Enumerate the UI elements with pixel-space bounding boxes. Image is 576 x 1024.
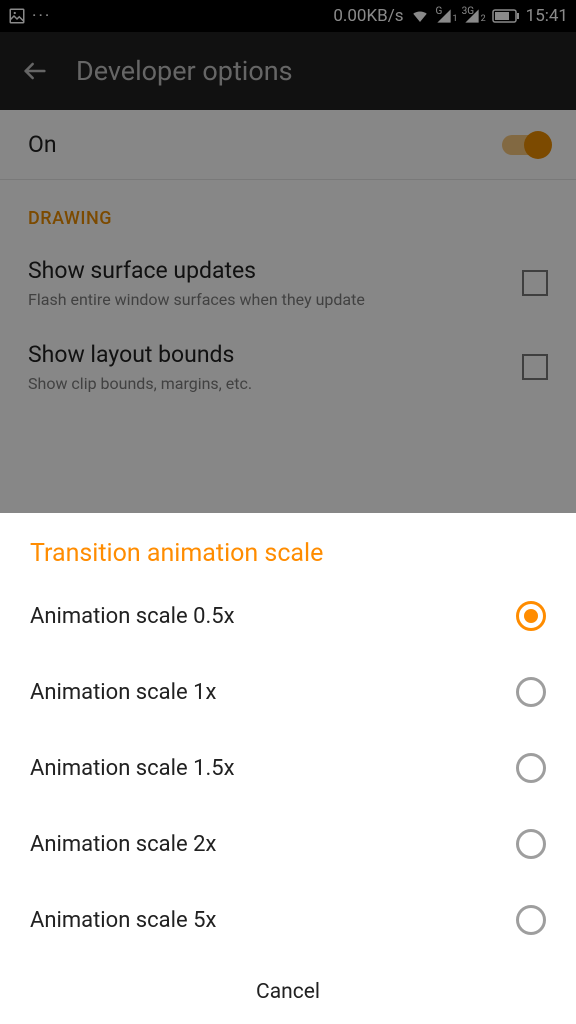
radio-option-2[interactable]: Animation scale 1.5x (0, 730, 576, 806)
radio-button[interactable] (516, 905, 546, 935)
radio-option-1[interactable]: Animation scale 1x (0, 654, 576, 730)
radio-label: Animation scale 5x (30, 908, 216, 933)
radio-option-3[interactable]: Animation scale 2x (0, 806, 576, 882)
radio-label: Animation scale 0.5x (30, 604, 235, 629)
animation-scale-dialog: Transition animation scale Animation sca… (0, 513, 576, 1024)
radio-button[interactable] (516, 829, 546, 859)
radio-option-4[interactable]: Animation scale 5x (0, 882, 576, 958)
radio-label: Animation scale 2x (30, 832, 216, 857)
radio-option-0[interactable]: Animation scale 0.5x (0, 578, 576, 654)
cancel-button[interactable]: Cancel (0, 958, 576, 1024)
radio-label: Animation scale 1x (30, 680, 216, 705)
radio-label: Animation scale 1.5x (30, 756, 235, 781)
radio-button[interactable] (516, 677, 546, 707)
radio-button[interactable] (516, 753, 546, 783)
radio-button[interactable] (516, 601, 546, 631)
dialog-title: Transition animation scale (0, 539, 576, 578)
